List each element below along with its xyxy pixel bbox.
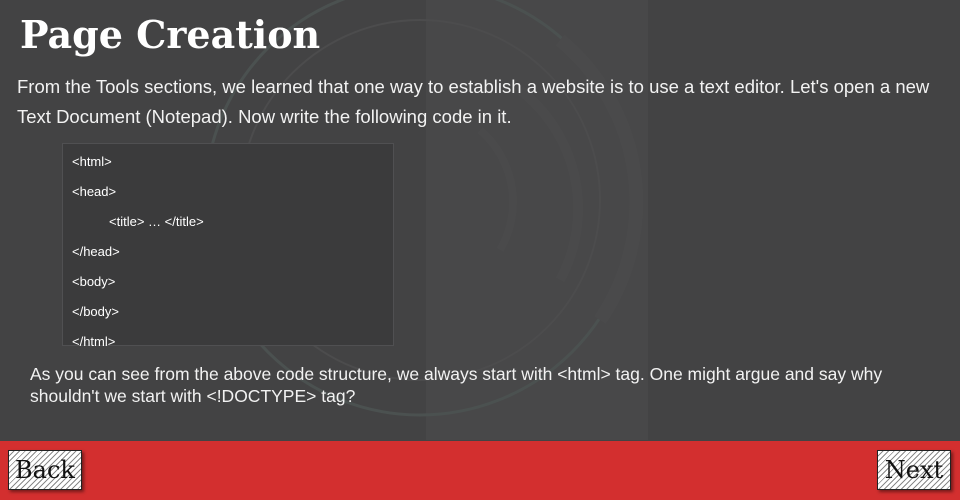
code-line: </head> xyxy=(72,244,120,259)
footer-nav-bar: Back Next xyxy=(0,441,960,500)
intro-paragraph: From the Tools sections, we learned that… xyxy=(17,76,930,127)
code-line: </body> xyxy=(72,304,119,319)
code-line: <html> xyxy=(72,154,112,169)
next-button[interactable]: Next xyxy=(877,450,951,490)
code-line: <title> … </title> xyxy=(109,214,204,229)
back-button[interactable]: Back xyxy=(8,450,82,490)
page-title: Page Creation xyxy=(20,12,321,57)
followup-paragraph: As you can see from the above code struc… xyxy=(30,364,883,406)
code-block: <html> <head> <title> … </title> </head>… xyxy=(62,143,394,349)
code-line: </html> xyxy=(72,334,116,349)
code-line: <body> xyxy=(72,274,116,289)
code-line: <head> xyxy=(72,184,117,199)
